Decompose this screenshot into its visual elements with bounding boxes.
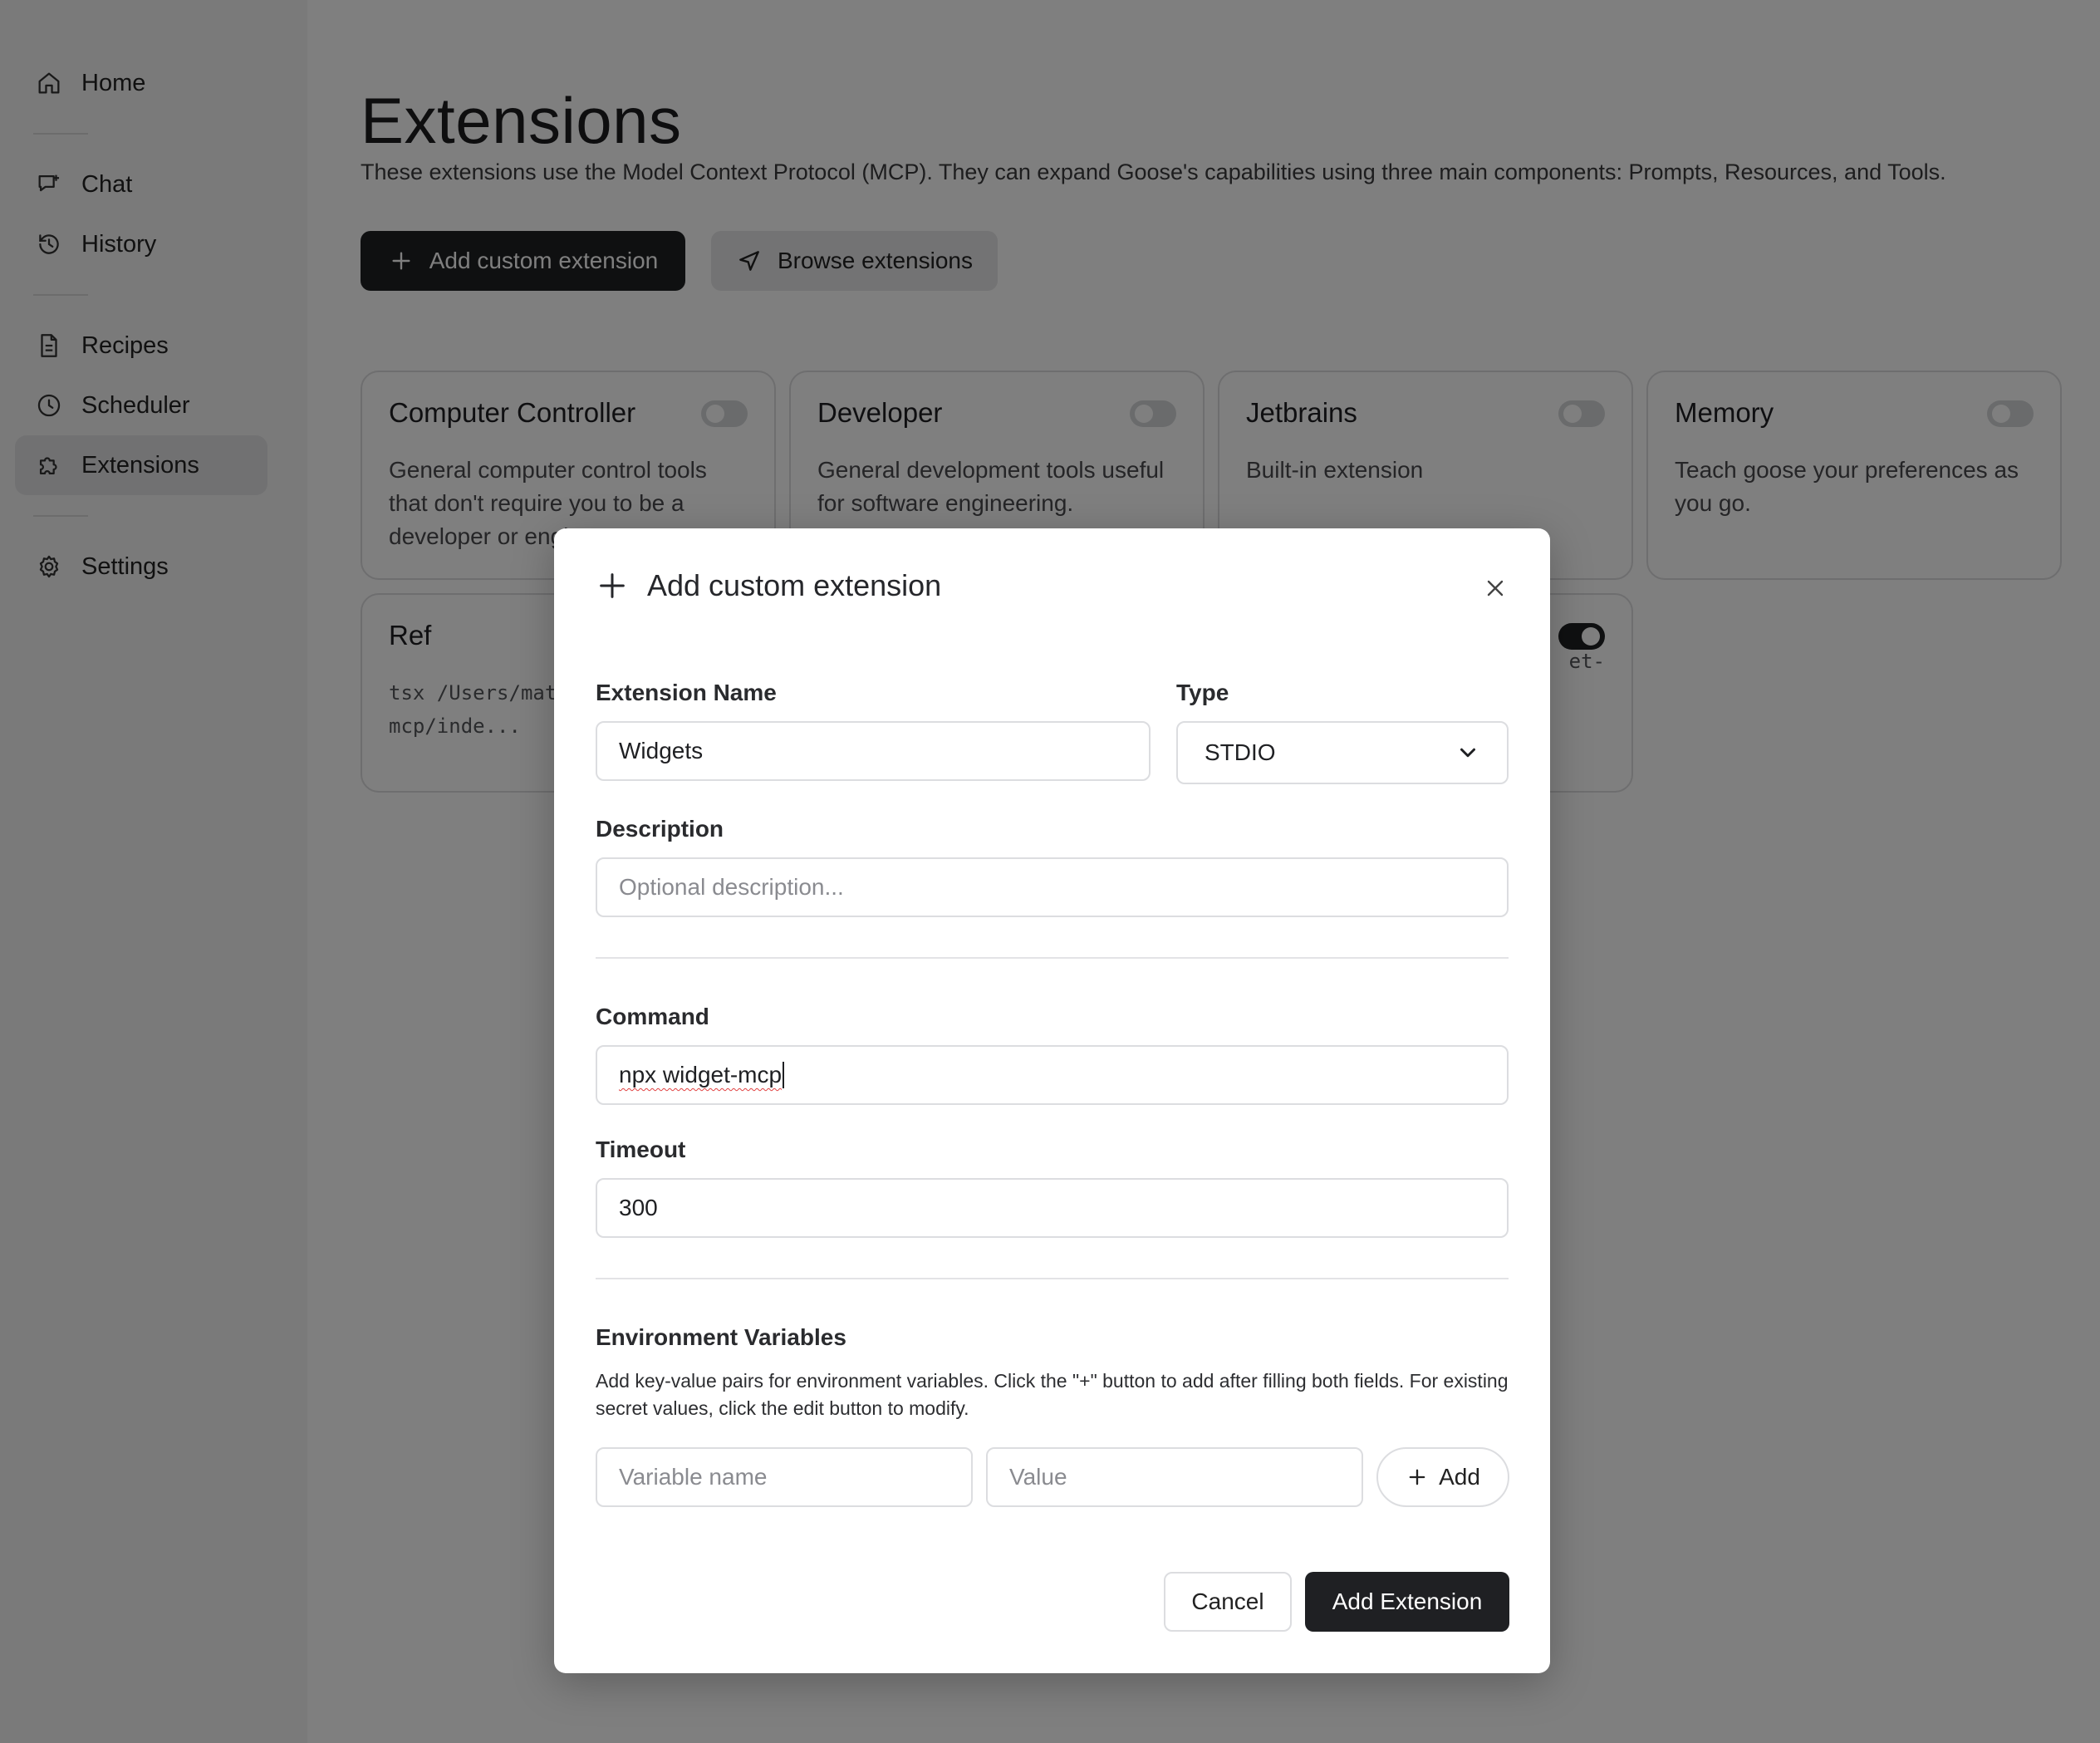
section-divider [596,957,1509,959]
variable-value-input[interactable]: Value [986,1447,1363,1507]
type-select[interactable]: STDIO [1176,721,1509,784]
description-input[interactable]: Optional description... [596,857,1509,917]
select-value: STDIO [1205,739,1276,765]
cancel-button[interactable]: Cancel [1164,1572,1292,1632]
input-value: npx widget-mcp [619,1062,783,1088]
button-label: Add [1439,1464,1480,1490]
input-placeholder: Variable name [619,1464,768,1490]
plus-icon [600,573,625,598]
input-value: Widgets [619,738,704,763]
add-variable-button[interactable]: Add [1376,1447,1509,1507]
text-cursor [783,1062,785,1088]
command-label: Command [596,1004,709,1029]
environment-variables-label: Environment Variables [596,1324,846,1350]
button-label: Add Extension [1332,1588,1483,1614]
close-button[interactable] [1482,575,1509,601]
add-extension-button[interactable]: Add Extension [1305,1572,1509,1632]
chevron-down-icon [1460,748,1475,758]
timeout-input[interactable]: 300 [596,1178,1509,1238]
plus-icon [1409,1469,1425,1485]
variable-name-input[interactable]: Variable name [596,1447,973,1507]
input-placeholder: Value [1009,1464,1067,1490]
input-placeholder: Optional description... [619,874,844,900]
close-icon [1487,580,1504,597]
extension-name-label: Extension Name [596,680,777,705]
timeout-label: Timeout [596,1137,686,1162]
extension-name-input[interactable]: Widgets [596,721,1151,781]
environment-variables-help: Add key-value pairs for environment vari… [596,1370,1509,1419]
type-label: Type [1176,680,1229,705]
dialog-title: Add custom extension [647,568,942,602]
description-label: Description [596,816,724,842]
section-divider [596,1278,1509,1279]
button-label: Cancel [1191,1588,1264,1614]
command-input[interactable]: npx widget-mcp [596,1045,1509,1105]
add-extension-dialog: Add custom extension Extension Name Widg… [554,528,1550,1673]
input-value: 300 [619,1195,658,1220]
dialog-header: Add custom extension [596,568,941,603]
